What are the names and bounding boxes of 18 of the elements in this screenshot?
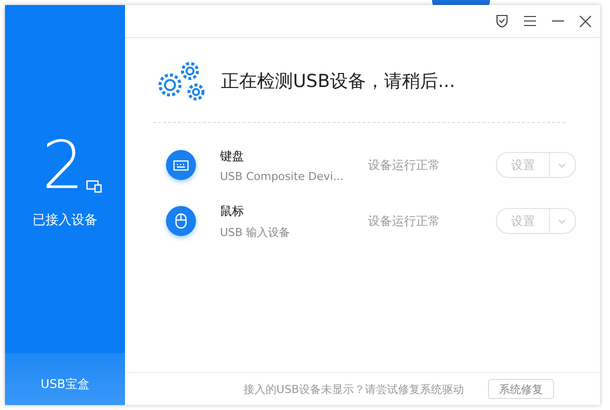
device-description: USB Composite Devi... [220, 170, 345, 182]
close-icon[interactable] [579, 14, 592, 28]
device-count: 2 [42, 133, 84, 199]
repair-button[interactable]: 系统修复 [488, 379, 554, 399]
devices-icon [86, 180, 102, 193]
device-name: 鼠标 [220, 202, 245, 220]
detecting-title: 正在检测USB设备，请稍后... [221, 70, 456, 93]
shield-icon[interactable] [495, 14, 509, 28]
device-status: 设备运行正常 [368, 212, 441, 230]
device-name: 键盘 [220, 148, 245, 164]
app-name: USB宝盒 [40, 376, 90, 392]
count-label: 已接入设备 [32, 212, 98, 229]
device-status: 设备运行正常 [368, 156, 441, 174]
device-description: USB 输入设备 [220, 224, 292, 240]
mouse-icon [175, 213, 187, 229]
keyboard-icon [173, 160, 189, 170]
menu-icon[interactable] [523, 15, 537, 27]
footer-hint: 接入的USB设备未显示？请尝试修复系统驱动 [243, 382, 464, 396]
